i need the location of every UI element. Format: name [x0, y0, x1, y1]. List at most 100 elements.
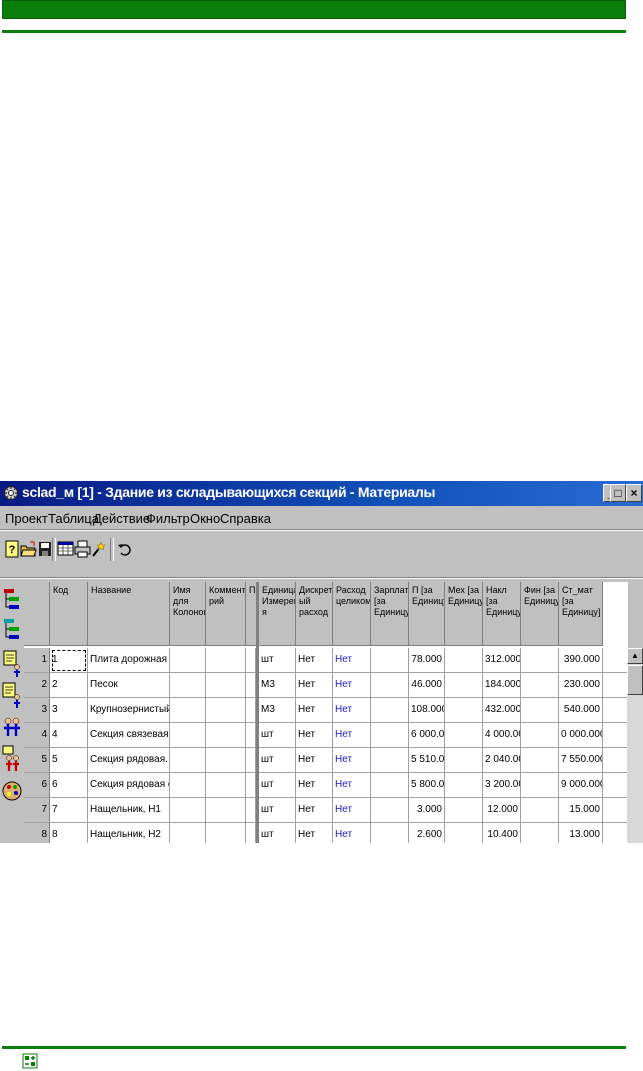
- cell-pa[interactable]: [246, 673, 256, 698]
- cell-whole[interactable]: Нет: [333, 698, 371, 723]
- cell-whole[interactable]: Нет: [333, 648, 371, 673]
- cell-fin[interactable]: [521, 748, 559, 773]
- cell-comment[interactable]: [206, 748, 246, 773]
- row-number[interactable]: 2: [24, 673, 50, 698]
- cell-comment[interactable]: [206, 773, 246, 798]
- workers-list-icon[interactable]: [1, 744, 23, 775]
- cell-salary[interactable]: [371, 723, 409, 748]
- cell-material-cost[interactable]: 540.000: [559, 698, 603, 723]
- cell-discrete[interactable]: Нет: [296, 648, 333, 673]
- column-header[interactable]: Накл [за Единицу]: [483, 582, 521, 646]
- column-header[interactable]: Ст_мат [за Единицу]: [559, 582, 603, 646]
- cell-column-name[interactable]: [170, 748, 206, 773]
- cell-extra[interactable]: [603, 648, 628, 673]
- table-view-icon[interactable]: [57, 539, 74, 559]
- cell-code[interactable]: 2: [50, 673, 88, 698]
- cell-name[interactable]: Секция связевая. С1: [88, 723, 170, 748]
- row-number[interactable]: 5: [24, 748, 50, 773]
- cell-material-cost[interactable]: 230.000: [559, 673, 603, 698]
- row-number[interactable]: 6: [24, 773, 50, 798]
- cell-code[interactable]: 6: [50, 773, 88, 798]
- column-header[interactable]: Расход целиком: [333, 582, 371, 646]
- print-icon[interactable]: [74, 539, 91, 559]
- cell-salary[interactable]: [371, 673, 409, 698]
- cell-salary[interactable]: [371, 648, 409, 673]
- cell-unit[interactable]: шт: [259, 823, 296, 843]
- cell-overhead[interactable]: 432.000: [483, 698, 521, 723]
- cell-p[interactable]: 6 000.000: [409, 723, 445, 748]
- cell-whole[interactable]: Нет: [333, 823, 371, 843]
- menu-project[interactable]: Проект: [5, 511, 48, 526]
- cell-material-cost[interactable]: 0 000.000: [559, 723, 603, 748]
- menu-filter[interactable]: Фильтр: [146, 511, 190, 526]
- cell-pa[interactable]: [246, 823, 256, 843]
- cell-column-name[interactable]: [170, 798, 206, 823]
- row-number[interactable]: 4: [24, 723, 50, 748]
- cell-material-cost[interactable]: 390.000: [559, 648, 603, 673]
- cell-pa[interactable]: [246, 723, 256, 748]
- cell-p[interactable]: 5 510.000: [409, 748, 445, 773]
- worker-info-icon[interactable]: [1, 680, 23, 711]
- cell-name[interactable]: Крупнозернистый пес: [88, 698, 170, 723]
- cell-p[interactable]: 5 800.000: [409, 773, 445, 798]
- cell-code[interactable]: 5: [50, 748, 88, 773]
- cell-mech[interactable]: [445, 773, 483, 798]
- cell-name[interactable]: Песок: [88, 673, 170, 698]
- cell-code[interactable]: 8: [50, 823, 88, 843]
- scroll-thumb[interactable]: [627, 665, 643, 695]
- palette-icon[interactable]: [1, 776, 23, 807]
- column-header[interactable]: Дискретн ый расход: [296, 582, 333, 646]
- cell-fin[interactable]: [521, 673, 559, 698]
- cell-whole[interactable]: Нет: [333, 773, 371, 798]
- cell-overhead[interactable]: 2 040.000: [483, 748, 521, 773]
- cell-unit[interactable]: М3: [259, 673, 296, 698]
- cell-material-cost[interactable]: 13.000: [559, 823, 603, 843]
- cell-comment[interactable]: [206, 648, 246, 673]
- row-number[interactable]: 3: [24, 698, 50, 723]
- vertical-scrollbar[interactable]: ▲: [627, 648, 643, 843]
- cell-extra[interactable]: [603, 798, 628, 823]
- cell-mech[interactable]: [445, 698, 483, 723]
- row-number[interactable]: 8: [24, 823, 50, 843]
- cell-fin[interactable]: [521, 823, 559, 843]
- cell-name[interactable]: Секция рядовая с две: [88, 773, 170, 798]
- cell-mech[interactable]: [445, 723, 483, 748]
- cell-fin[interactable]: [521, 698, 559, 723]
- cell-whole[interactable]: Нет: [333, 723, 371, 748]
- cell-mech[interactable]: [445, 673, 483, 698]
- cell-name[interactable]: Секция рядовая. С2: [88, 748, 170, 773]
- cell-p[interactable]: 78.000: [409, 648, 445, 673]
- cell-fin[interactable]: [521, 723, 559, 748]
- cell-fin[interactable]: [521, 773, 559, 798]
- cell-comment[interactable]: [206, 823, 246, 843]
- column-header[interactable]: Код: [50, 582, 88, 646]
- cell-discrete[interactable]: Нет: [296, 748, 333, 773]
- workers-icon[interactable]: [1, 712, 23, 743]
- cell-discrete[interactable]: Нет: [296, 798, 333, 823]
- row-number[interactable]: 1: [24, 648, 50, 673]
- column-header[interactable]: Единица Измерени я: [259, 582, 296, 646]
- column-header[interactable]: Имя для Колонок: [170, 582, 206, 646]
- cell-p[interactable]: 46.000: [409, 673, 445, 698]
- open-folder-icon[interactable]: [20, 539, 37, 559]
- cell-mech[interactable]: [445, 748, 483, 773]
- cell-overhead[interactable]: 3 200.000: [483, 773, 521, 798]
- cell-salary[interactable]: [371, 798, 409, 823]
- cell-code[interactable]: 4: [50, 723, 88, 748]
- cell-pa[interactable]: [246, 648, 256, 673]
- title-bar[interactable]: sclad_м [1] - Здание из складывающихся с…: [0, 481, 643, 506]
- wand-icon[interactable]: [90, 539, 107, 559]
- cell-overhead[interactable]: 4 000.000: [483, 723, 521, 748]
- cell-overhead[interactable]: 312.000: [483, 648, 521, 673]
- tree-filter-icon[interactable]: [1, 616, 23, 647]
- cell-column-name[interactable]: [170, 673, 206, 698]
- cell-column-name[interactable]: [170, 698, 206, 723]
- undo-icon[interactable]: [116, 539, 133, 559]
- cell-whole[interactable]: Нет: [333, 673, 371, 698]
- cell-mech[interactable]: [445, 648, 483, 673]
- close-button[interactable]: ×: [626, 484, 642, 502]
- menu-table[interactable]: Таблица: [48, 511, 99, 526]
- maximize-button[interactable]: □: [610, 484, 626, 502]
- cell-pa[interactable]: [246, 798, 256, 823]
- cell-name[interactable]: Нащельник, Н1: [88, 798, 170, 823]
